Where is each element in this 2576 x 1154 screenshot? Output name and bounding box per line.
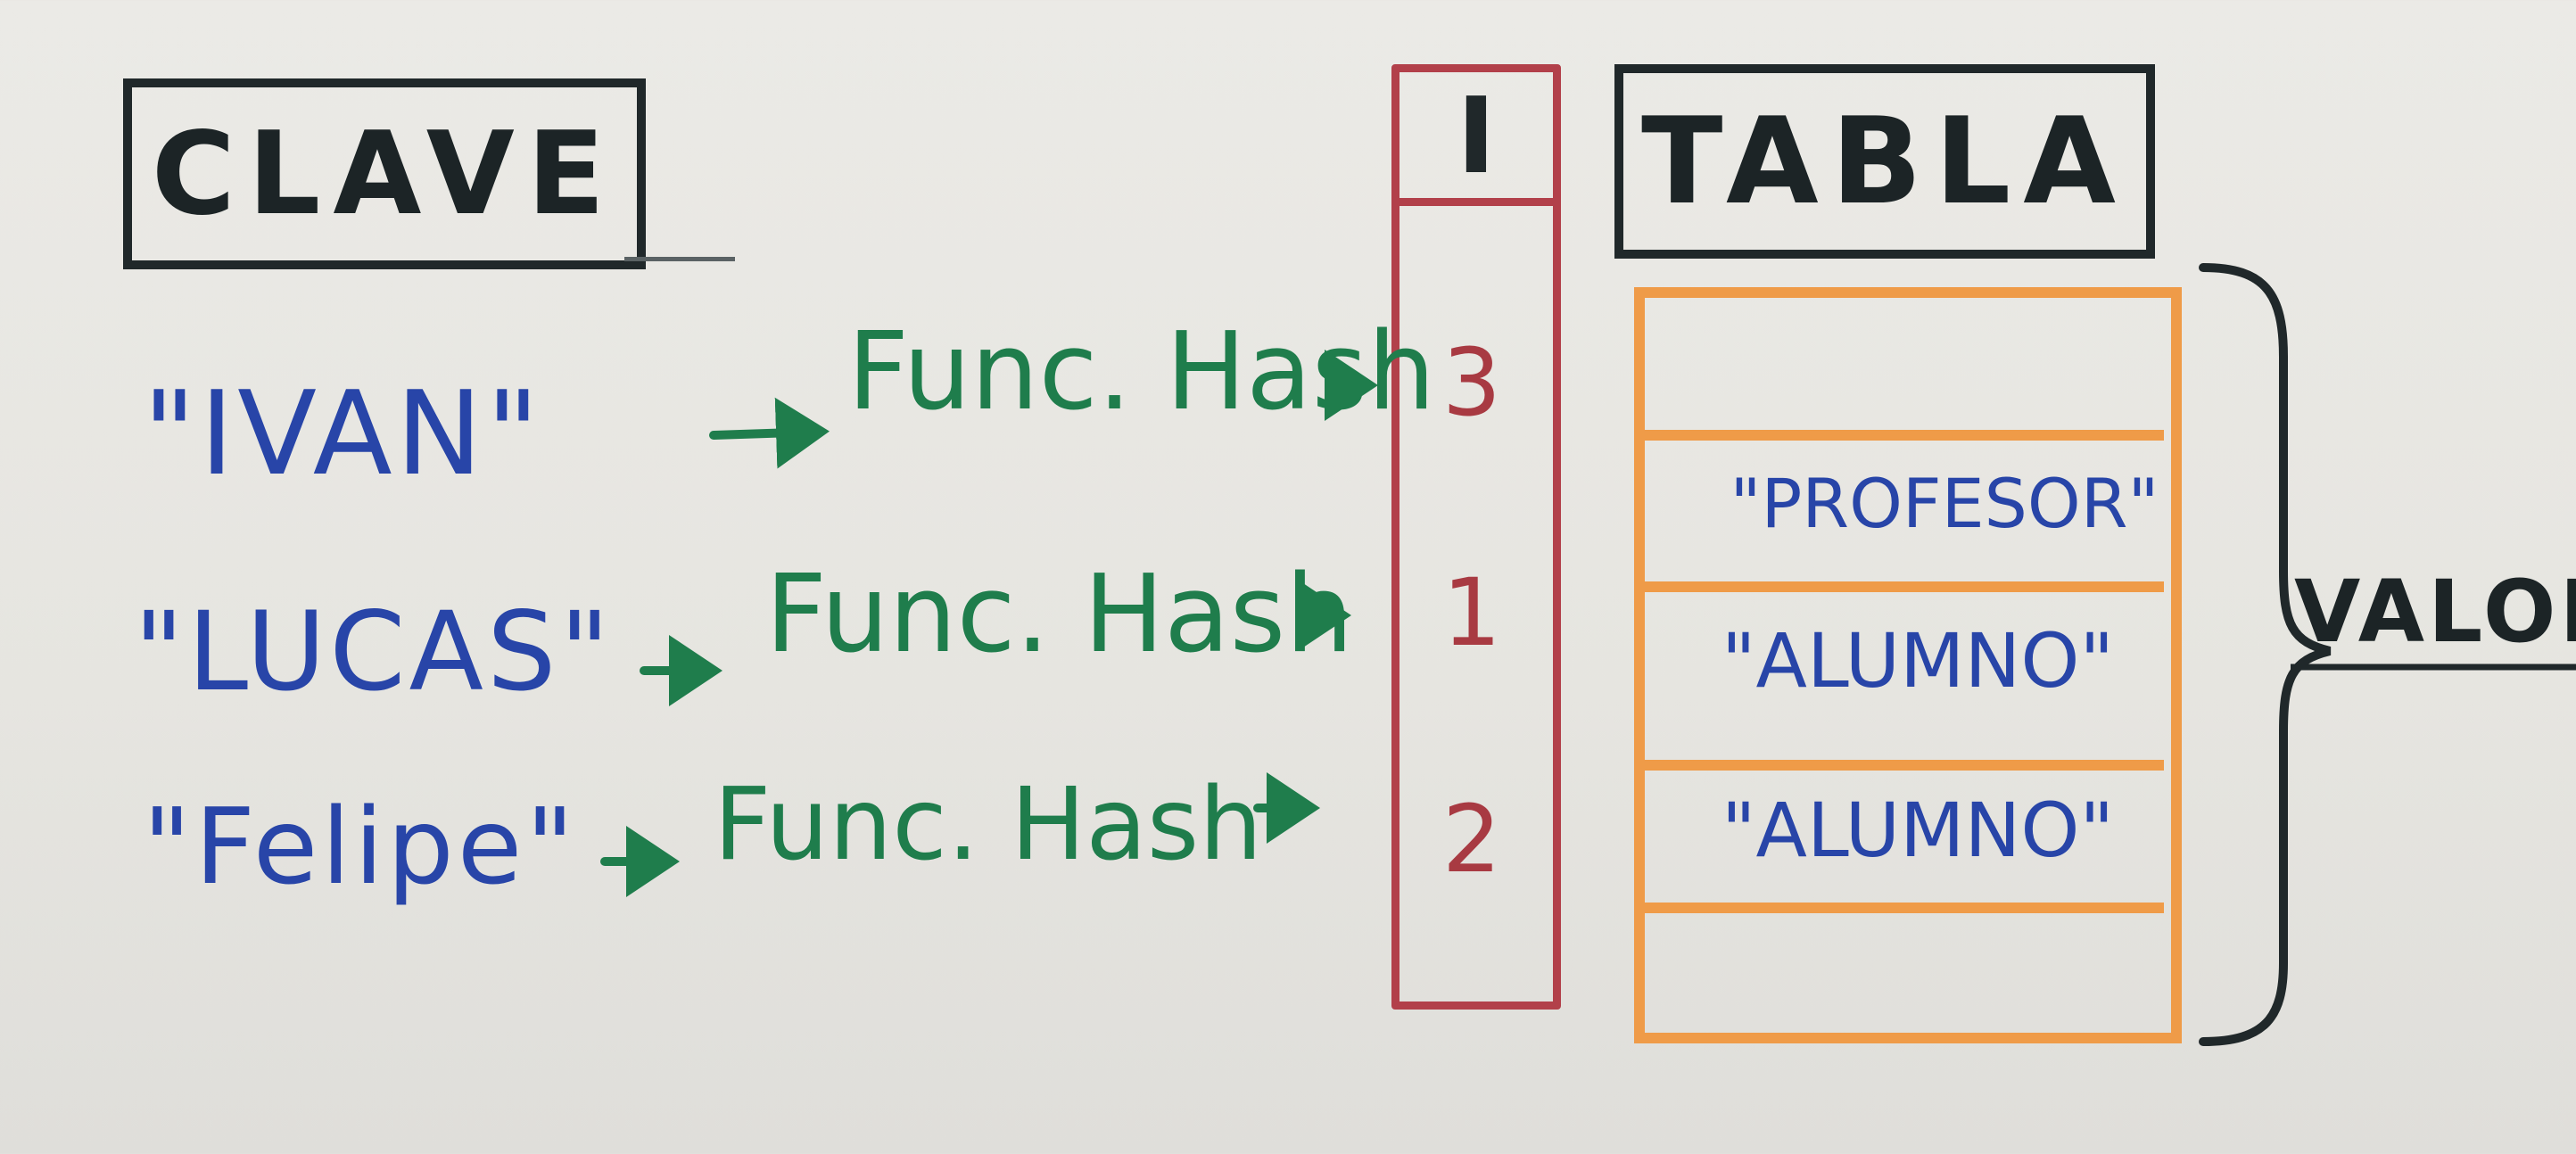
- arrows-layer: [600, 263, 2576, 1046]
- valor-label: VALOR: [2294, 562, 2576, 662]
- arrow-right-icon: [709, 397, 830, 469]
